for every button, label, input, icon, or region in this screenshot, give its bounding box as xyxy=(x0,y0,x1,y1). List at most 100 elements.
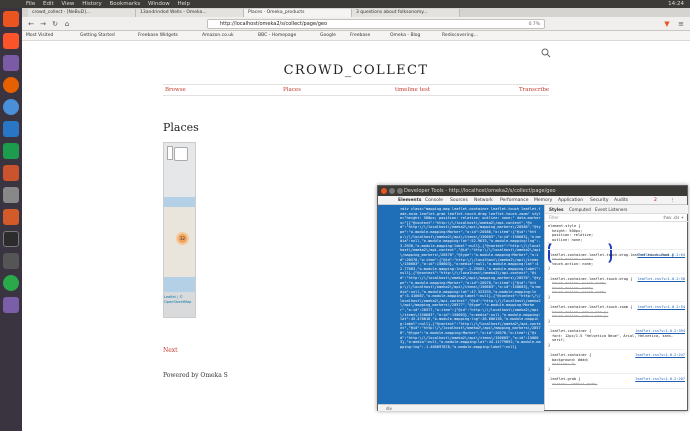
map-container[interactable]: 32 Leaflet | © OpenStreetMap xyxy=(163,142,196,318)
bookmark-item[interactable]: Most Visited xyxy=(26,32,53,40)
app-menu[interactable]: File Edit View History Bookmarks Window … xyxy=(26,0,196,8)
writer-icon[interactable] xyxy=(3,121,19,137)
rule-source-link[interactable]: leaflet.css?v=1.0.2:394 xyxy=(635,329,685,334)
tab-console[interactable]: Console xyxy=(425,196,443,205)
nav-places[interactable]: Places xyxy=(283,87,301,93)
bookmark-item[interactable]: Google xyxy=(320,32,336,40)
rule-source-link[interactable]: leaflet.css?v=1.0.2:58 xyxy=(637,277,685,282)
maximize-icon[interactable] xyxy=(397,188,403,194)
nav-transcribe[interactable]: Transcribe xyxy=(519,87,549,93)
css-rule[interactable]: leaflet.css?v=1.0.2:58 .leaflet-containe… xyxy=(548,277,685,302)
tab-elements[interactable]: Elements xyxy=(398,196,421,205)
bookmark-item[interactable]: Freebase xyxy=(350,32,370,40)
breadcrumb-div[interactable]: div xyxy=(386,406,392,411)
tab-audits[interactable]: Audits xyxy=(614,196,628,205)
more-icon[interactable]: ⋮ xyxy=(670,196,675,205)
css-rule[interactable]: leaflet.css?v=1.0.2:64 .leaflet-containe… xyxy=(548,253,685,274)
bookmark-item[interactable]: Amazon.co.uk xyxy=(202,32,234,40)
rule-source-link[interactable]: leaflet.css?v=1.0.2:54 xyxy=(637,305,685,310)
minimize-icon[interactable] xyxy=(389,188,395,194)
tab-computed[interactable]: Computed xyxy=(569,205,591,214)
menu-window[interactable]: Window xyxy=(148,1,170,7)
tab-sources[interactable]: Sources xyxy=(450,196,468,205)
filter-input[interactable]: Filter xyxy=(549,215,559,220)
brave-shield-icon[interactable]: ▼ xyxy=(662,19,672,29)
trash-icon[interactable] xyxy=(3,297,19,313)
bookmark-item[interactable]: BBC - Homepage xyxy=(258,32,296,40)
close-icon[interactable] xyxy=(381,188,387,194)
tab-crowd-collect[interactable]: crowd_collect · [NeBuD]... xyxy=(28,9,136,17)
search-icon[interactable] xyxy=(541,48,551,58)
css-rule[interactable]: leaflet.css?v=1.0.2:207 .leaflet-grab { … xyxy=(548,377,685,389)
attribution-osm[interactable]: OpenStreetMap xyxy=(164,300,204,305)
css-rule[interactable]: leaflet.css?v=1.0.2:394 .leaflet-contain… xyxy=(548,329,685,350)
bookmark-item[interactable]: Getting Started xyxy=(80,32,115,40)
firefox-icon[interactable] xyxy=(3,77,19,93)
menu-view[interactable]: View xyxy=(61,1,74,7)
impress-icon[interactable] xyxy=(3,165,19,181)
selected-element-html[interactable]: <div class="mapping-map leaflet-containe… xyxy=(400,207,541,349)
tab-performance[interactable]: Performance xyxy=(500,196,529,205)
app-icon[interactable] xyxy=(3,275,19,291)
menu-icon[interactable]: ≡ xyxy=(676,19,686,29)
powered-by: Powered by Omeka S xyxy=(163,372,228,379)
css-rule[interactable]: leaflet.css?v=1.0.2:247 .leaflet-contain… xyxy=(548,353,685,374)
tab-security[interactable]: Security xyxy=(590,196,608,205)
tab-places[interactable]: Places · Omeka_products xyxy=(244,9,352,17)
marker-cluster[interactable]: 32 xyxy=(176,232,189,245)
tab-memory[interactable]: Memory xyxy=(534,196,552,205)
rule-source-link[interactable]: leaflet.css?v=1.0.2:207 xyxy=(635,377,685,382)
tab-llandrindod[interactable]: 13andrindod Wells - Omeka... xyxy=(136,9,244,17)
files-icon[interactable] xyxy=(3,55,19,71)
site-title[interactable]: CROWD_COLLECT xyxy=(22,63,690,78)
reload-icon[interactable]: ↻ xyxy=(50,19,60,29)
menu-bookmarks[interactable]: Bookmarks xyxy=(110,1,141,7)
elements-panel[interactable]: <div class="mapping-map leaflet-containe… xyxy=(378,205,544,404)
rule-source-link[interactable]: leaflet.css?v=1.0.2:247 xyxy=(635,353,685,358)
address-bar[interactable]: http://localhost/omeka2/s/collect/page/g… xyxy=(207,19,545,29)
tab-event-listeners[interactable]: Event Listeners xyxy=(595,205,627,214)
menu-file[interactable]: File xyxy=(26,1,35,7)
menu-edit[interactable]: Edit xyxy=(43,1,54,7)
store-icon[interactable] xyxy=(3,209,19,225)
software-icon[interactable] xyxy=(3,187,19,203)
devtools-window: Developer Tools - http://localhost/omeka… xyxy=(377,185,688,411)
tab-network[interactable]: Network xyxy=(474,196,493,205)
dash-icon[interactable] xyxy=(3,11,19,27)
map-attribution[interactable]: Leaflet | © OpenStreetMap xyxy=(164,295,204,305)
brave-browser-icon[interactable] xyxy=(3,33,19,49)
rule-prop[interactable]: font: 12px/1.5 "Helvetica Neue", Arial, … xyxy=(548,334,685,343)
devtools-titlebar[interactable]: Developer Tools - http://localhost/omeka… xyxy=(378,186,687,196)
rule-prop[interactable]: cursor: -webkit-grab; xyxy=(548,382,685,387)
next-link[interactable]: Next xyxy=(163,347,178,354)
rule-close: } xyxy=(548,266,551,270)
tab-folksonomy[interactable]: 3 questions about folksonomy... xyxy=(352,9,460,17)
bookmark-item[interactable]: Freebase Widgets xyxy=(138,32,178,40)
error-count[interactable]: 2 xyxy=(654,196,657,205)
menu-history[interactable]: History xyxy=(82,1,102,7)
nav-browse[interactable]: Browse xyxy=(165,87,186,93)
system-menu-bar: File Edit View History Bookmarks Window … xyxy=(0,0,690,8)
back-icon[interactable]: ← xyxy=(26,19,36,29)
bookmark-item[interactable]: Rediscovering... xyxy=(442,32,478,40)
css-rule[interactable]: element.style { height: 500px; position:… xyxy=(548,224,685,250)
styles-filter[interactable]: Filter :hov .cls + xyxy=(545,214,688,222)
tab-styles[interactable]: Styles xyxy=(549,205,564,214)
map-zoom-control[interactable] xyxy=(167,146,173,160)
rule-source-link[interactable]: leaflet.css?v=1.0.2:64 xyxy=(637,253,685,258)
calc-icon[interactable] xyxy=(3,143,19,159)
settings-icon[interactable] xyxy=(3,253,19,269)
layers-icon[interactable] xyxy=(174,147,188,161)
map-tiles[interactable]: 32 xyxy=(164,197,195,292)
terminal-icon[interactable] xyxy=(3,231,19,247)
nav-timeline-test[interactable]: timeline test xyxy=(395,87,430,93)
zoom-level[interactable]: 0.7% xyxy=(529,20,540,29)
tab-application[interactable]: Application xyxy=(558,196,583,205)
bookmark-item[interactable]: Omeka - Blog xyxy=(390,32,420,40)
menu-help[interactable]: Help xyxy=(177,1,190,7)
home-icon[interactable]: ⌂ xyxy=(62,19,72,29)
filter-options[interactable]: :hov .cls + xyxy=(663,214,684,222)
forward-icon[interactable]: → xyxy=(38,19,48,29)
chrome-icon[interactable] xyxy=(3,99,19,115)
css-rule[interactable]: leaflet.css?v=1.0.2:54 .leaflet-containe… xyxy=(548,305,685,326)
